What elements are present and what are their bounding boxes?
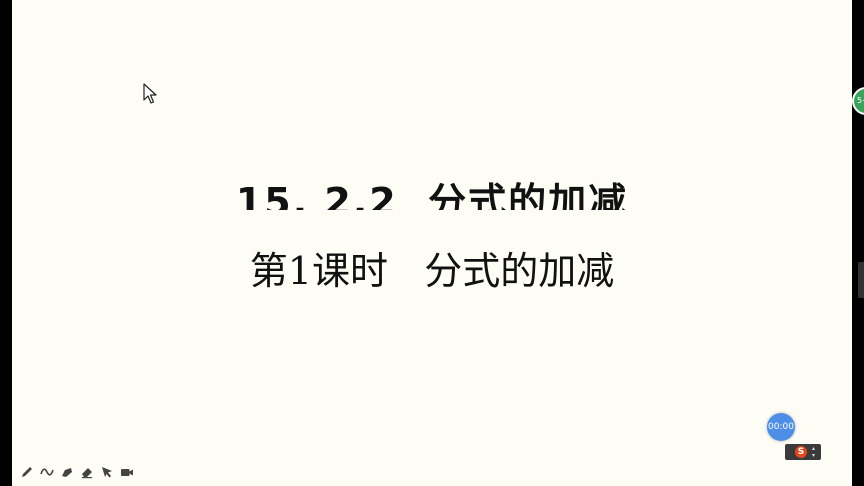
side-panel-tab[interactable] — [858, 262, 864, 298]
curve-icon[interactable] — [39, 464, 55, 480]
input-method-bar[interactable]: S ▴ ▾ — [785, 444, 821, 460]
annotation-toolbar — [19, 463, 135, 481]
screen: 15. 2.2 分式的加减 第1课时 分式的加减 5+ 00:00 S ▴▾ — [0, 0, 864, 486]
ime-arrows-icon: ▴ ▾ — [812, 445, 816, 459]
slide-title-line2: 第1课时 分式的加减 — [249, 249, 615, 293]
slide-title-line1-text: 15. 2.2 分式的加减 — [235, 180, 629, 210]
camera-icon[interactable] — [119, 464, 135, 480]
pointer-icon[interactable] — [99, 464, 115, 480]
highlighter-icon[interactable] — [59, 464, 75, 480]
mouse-cursor-icon — [143, 83, 157, 104]
presentation-slide: 15. 2.2 分式的加减 第1课时 分式的加减 — [12, 0, 852, 486]
eraser-icon[interactable] — [79, 464, 95, 480]
slide-title-line1: 15. 2.2 分式的加减 — [12, 172, 852, 210]
timer-button[interactable]: 00:00 — [767, 413, 795, 441]
ime-logo-icon: S — [795, 446, 807, 458]
pen-icon[interactable] — [19, 464, 35, 480]
side-badge[interactable]: 5+ — [852, 87, 864, 115]
